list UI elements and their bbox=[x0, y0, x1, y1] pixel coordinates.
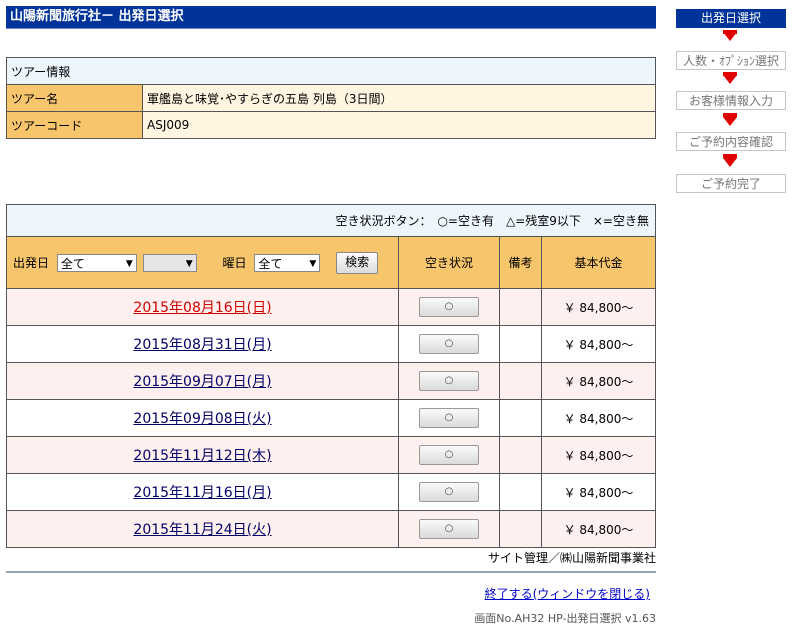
screen-number: 画面No.AH32 HP-出発日選択 v1.63 bbox=[474, 612, 656, 625]
remarks-cell bbox=[499, 436, 542, 474]
remarks-cell bbox=[499, 362, 542, 400]
remarks-cell bbox=[499, 288, 542, 326]
departure-filter-label: 出発日 bbox=[13, 256, 50, 270]
remarks-cell bbox=[499, 325, 542, 363]
price-cell: ￥ 84,800～ bbox=[541, 362, 656, 400]
date-link[interactable]: 2015年11月16日(月) bbox=[133, 485, 271, 501]
availability-button[interactable]: ○ bbox=[419, 519, 479, 539]
tour-info-title: ツアー情報 bbox=[6, 57, 656, 85]
price-column-header: 基本代金 bbox=[541, 236, 656, 289]
site-admin-text: サイト管理／㈱山陽新聞事業社 bbox=[487, 551, 656, 565]
table-row: 2015年09月07日(月) ○ ￥ 84,800～ bbox=[6, 362, 656, 400]
step-arrow-bar bbox=[723, 113, 737, 117]
departure-sub-select[interactable]: ▼ bbox=[142, 253, 197, 272]
date-link[interactable]: 2015年09月08日(火) bbox=[133, 411, 271, 427]
availability-button[interactable]: ○ bbox=[419, 408, 479, 428]
close-window-link[interactable]: 終了する(ウィンドウを閉じる) bbox=[6, 585, 650, 602]
table-row: 2015年08月31日(月) ○ ￥ 84,800～ bbox=[6, 325, 656, 363]
date-link[interactable]: 2015年08月31日(月) bbox=[133, 337, 271, 353]
price-cell: ￥ 84,800～ bbox=[541, 510, 656, 548]
departure-select-value: 全て bbox=[60, 256, 85, 271]
weekday-filter-label: 曜日 bbox=[222, 256, 247, 270]
price-cell: ￥ 84,800～ bbox=[541, 473, 656, 511]
price-cell: ￥ 84,800～ bbox=[541, 288, 656, 326]
weekday-select[interactable]: 全て ▼ bbox=[254, 253, 321, 272]
date-link[interactable]: 2015年11月24日(火) bbox=[133, 522, 271, 538]
step-customer-info: お客様情報入力 bbox=[676, 91, 786, 110]
step-people-options: 人数・ｵﾌﾟｼｮﾝ選択 bbox=[676, 51, 786, 70]
step-arrow-icon bbox=[723, 158, 737, 167]
tour-code-value: ASJ009 bbox=[142, 111, 656, 139]
step-confirm: ご予約内容確認 bbox=[676, 132, 786, 151]
table-row: 2015年09月08日(火) ○ ￥ 84,800～ bbox=[6, 399, 656, 437]
header-divider bbox=[6, 28, 656, 29]
step-arrow-icon bbox=[723, 75, 737, 84]
date-link[interactable]: 2015年08月16日(日) bbox=[133, 300, 271, 316]
availability-column-header: 空き状況 bbox=[398, 236, 500, 289]
page-title: 山陽新聞旅行社－ 出発日選択 bbox=[10, 9, 184, 24]
price-cell: ￥ 84,800～ bbox=[541, 325, 656, 363]
availability-button[interactable]: ○ bbox=[419, 297, 479, 317]
step-arrow-bar bbox=[723, 154, 737, 158]
step-arrow-icon bbox=[723, 117, 737, 126]
remarks-column-header: 備考 bbox=[499, 236, 542, 289]
remarks-cell bbox=[499, 510, 542, 548]
tour-code-label: ツアーコード bbox=[6, 111, 143, 139]
availability-button[interactable]: ○ bbox=[419, 334, 479, 354]
search-button[interactable]: 検索 bbox=[336, 251, 379, 274]
table-row: 2015年08月16日(日) ○ ￥ 84,800～ bbox=[6, 288, 656, 326]
availability-button[interactable]: ○ bbox=[419, 445, 479, 465]
step-departure-date: 出発日選択 bbox=[676, 9, 786, 28]
tour-name-value: 軍艦島と味覚･やすらぎの五島 列島（3日間） bbox=[142, 84, 656, 112]
footer-divider bbox=[6, 571, 656, 573]
remarks-cell bbox=[499, 399, 542, 437]
weekday-select-value: 全て bbox=[258, 256, 283, 271]
availability-button[interactable]: ○ bbox=[419, 371, 479, 391]
availability-button[interactable]: ○ bbox=[419, 482, 479, 502]
price-cell: ￥ 84,800～ bbox=[541, 399, 656, 437]
chevron-down-icon: ▼ bbox=[309, 258, 317, 269]
departure-dates-table: 空き状況ボタン： ○=空き有 △=残室9以下 ×=空き無 出発日 全て ▼ ▼ … bbox=[6, 204, 656, 548]
remarks-cell bbox=[499, 473, 542, 511]
tour-info-table: ツアー情報 ツアー名 軍艦島と味覚･やすらぎの五島 列島（3日間） ツアーコード… bbox=[6, 57, 656, 139]
date-link[interactable]: 2015年11月12日(木) bbox=[133, 448, 271, 464]
price-cell: ￥ 84,800～ bbox=[541, 436, 656, 474]
filter-cell: 出発日 全て ▼ ▼ 曜日 全て ▼ 検索 bbox=[6, 236, 399, 289]
departure-select[interactable]: 全て ▼ bbox=[56, 253, 137, 272]
table-row: 2015年11月16日(月) ○ ￥ 84,800～ bbox=[6, 473, 656, 511]
table-row: 2015年11月12日(木) ○ ￥ 84,800～ bbox=[6, 436, 656, 474]
date-link[interactable]: 2015年09月07日(月) bbox=[133, 374, 271, 390]
chevron-down-icon: ▼ bbox=[185, 258, 193, 269]
step-arrow-bar bbox=[723, 30, 737, 34]
step-complete: ご予約完了 bbox=[676, 174, 786, 193]
step-arrow-bar bbox=[723, 72, 737, 76]
page-header: 山陽新聞旅行社－ 出発日選択 bbox=[6, 6, 656, 28]
availability-legend: 空き状況ボタン： ○=空き有 △=残室9以下 ×=空き無 bbox=[6, 204, 656, 237]
chevron-down-icon: ▼ bbox=[125, 258, 133, 269]
tour-name-label: ツアー名 bbox=[6, 84, 143, 112]
table-row: 2015年11月24日(火) ○ ￥ 84,800～ bbox=[6, 510, 656, 548]
